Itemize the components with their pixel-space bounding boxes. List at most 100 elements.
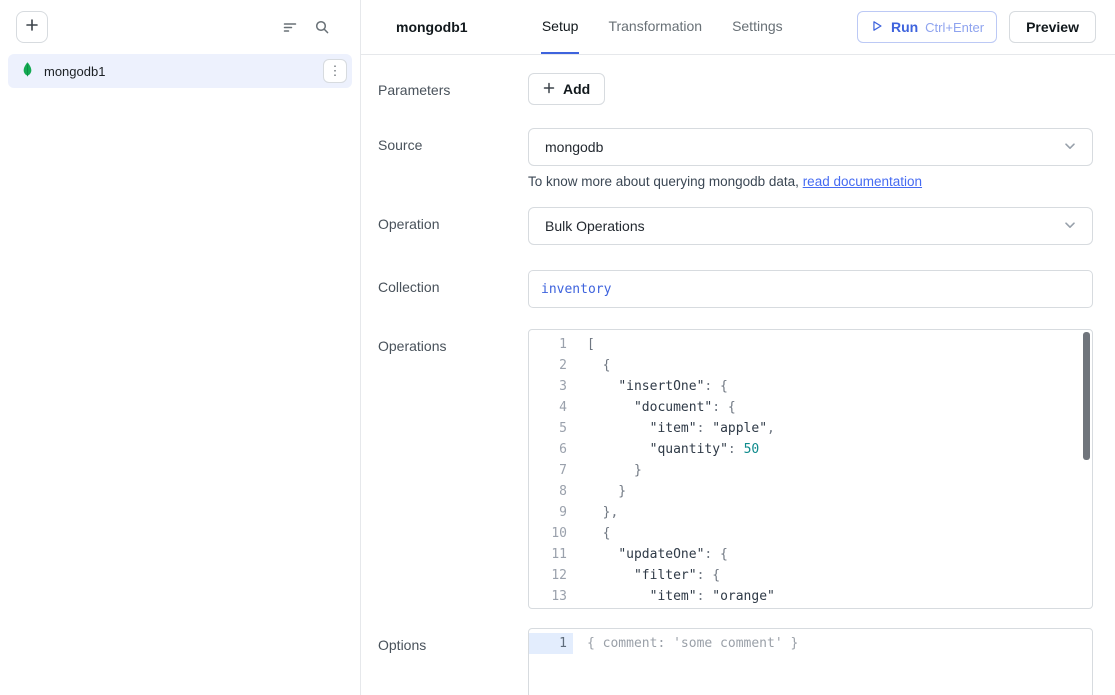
options-label: Options: [378, 628, 528, 653]
line-number: 12: [529, 565, 573, 586]
line-number: 7: [529, 460, 573, 481]
query-detail-panel: mongodb1 Setup Transformation Settings R…: [361, 0, 1115, 695]
preview-button[interactable]: Preview: [1009, 11, 1096, 43]
parameters-row: Parameters Add: [378, 73, 1093, 105]
line-number: 3: [529, 376, 573, 397]
line-number: 13: [529, 586, 573, 607]
operation-select[interactable]: Bulk Operations: [528, 207, 1093, 245]
code-text: },: [573, 502, 618, 523]
code-text: }: [573, 481, 626, 502]
add-parameter-button[interactable]: Add: [528, 73, 605, 105]
kebab-menu-icon[interactable]: ⋮: [323, 59, 347, 83]
options-row: Options 1{ comment: 'some comment' }: [378, 628, 1093, 695]
code-text: [: [573, 334, 595, 355]
source-select[interactable]: mongodb: [528, 128, 1093, 166]
line-number: 9: [529, 502, 573, 523]
parameters-field: Add: [528, 73, 1093, 105]
tab-transformation[interactable]: Transformation: [607, 0, 703, 54]
code-text: {: [573, 355, 610, 376]
collection-input[interactable]: [528, 270, 1093, 308]
query-list-sidebar: mongodb1 ⋮: [0, 0, 361, 695]
add-query-button[interactable]: [16, 11, 48, 43]
code-line: 1[: [529, 334, 1092, 355]
operation-field: Bulk Operations: [528, 207, 1093, 245]
code-text: "insertOne": {: [573, 376, 728, 397]
run-button-label: Run: [891, 19, 918, 35]
code-line: 7 }: [529, 460, 1092, 481]
operations-row: Operations 1[ 2 { 3 "insertOne": { 4 "do…: [378, 329, 1093, 609]
query-list-item-mongodb1[interactable]: mongodb1 ⋮: [8, 54, 352, 88]
query-editor-window: mongodb1 ⋮ mongodb1 Setup Transformation…: [0, 0, 1115, 695]
code-text: "filter": {: [573, 565, 720, 586]
operations-code-editor[interactable]: 1[ 2 { 3 "insertOne": { 4 "document": { …: [528, 329, 1093, 609]
code-text: {: [573, 523, 610, 544]
mongodb-leaf-icon: [20, 61, 35, 82]
sidebar-toolbar-icons: [282, 19, 330, 35]
code-line: 3 "insertOne": {: [529, 376, 1092, 397]
source-helper-prefix: To know more about querying mongodb data…: [528, 174, 803, 189]
query-tabs: Setup Transformation Settings: [541, 0, 784, 54]
chevron-down-icon: [1062, 138, 1078, 157]
line-number: 2: [529, 355, 573, 376]
code-line: 13 "item": "orange": [529, 586, 1092, 607]
collection-field: [528, 270, 1093, 308]
code-line: 5 "item": "apple",: [529, 418, 1092, 439]
source-row: Source mongodb To know more about queryi…: [378, 128, 1093, 189]
source-select-value: mongodb: [545, 139, 1062, 155]
query-header: mongodb1 Setup Transformation Settings R…: [361, 0, 1115, 55]
code-text: "document": {: [573, 397, 736, 418]
line-number: 6: [529, 439, 573, 460]
operation-select-value: Bulk Operations: [545, 218, 1062, 234]
line-number: 1: [529, 334, 573, 355]
line-number: 1: [529, 633, 573, 654]
query-list: mongodb1 ⋮: [0, 47, 360, 95]
query-item-label: mongodb1: [44, 64, 314, 79]
line-number: 4: [529, 397, 573, 418]
code-text: "updateOne": {: [573, 544, 728, 565]
parameters-label: Parameters: [378, 73, 528, 98]
operation-label: Operation: [378, 207, 528, 232]
vertical-scrollbar[interactable]: [1083, 332, 1090, 460]
read-documentation-link[interactable]: read documentation: [803, 174, 922, 189]
code-text: "quantity": 50: [573, 439, 759, 460]
code-line: 9 },: [529, 502, 1092, 523]
search-icon[interactable]: [314, 19, 330, 35]
code-line: 1{ comment: 'some comment' }: [529, 633, 1092, 654]
collection-label: Collection: [378, 270, 528, 295]
query-title: mongodb1: [396, 0, 468, 54]
code-text: { comment: 'some comment' }: [573, 633, 798, 654]
code-line: 12 "filter": {: [529, 565, 1092, 586]
code-line: 6 "quantity": 50: [529, 439, 1092, 460]
code-text: "item": "apple",: [573, 418, 775, 439]
code-line: 11 "updateOne": {: [529, 544, 1092, 565]
code-text: }: [573, 460, 642, 481]
play-icon: [870, 19, 884, 36]
filter-icon[interactable]: [282, 19, 298, 35]
tab-settings[interactable]: Settings: [731, 0, 784, 54]
operation-row: Operation Bulk Operations: [378, 207, 1093, 245]
sidebar-toolbar: [0, 0, 360, 47]
operations-label: Operations: [378, 329, 528, 354]
source-field: mongodb To know more about querying mong…: [528, 128, 1093, 189]
tab-setup[interactable]: Setup: [541, 0, 580, 54]
line-number: 8: [529, 481, 573, 502]
query-setup-form: Parameters Add Source mongodb: [361, 55, 1115, 695]
plus-icon: [25, 18, 39, 35]
operations-field: 1[ 2 { 3 "insertOne": { 4 "document": { …: [528, 329, 1093, 609]
options-code-editor[interactable]: 1{ comment: 'some comment' }: [528, 628, 1093, 695]
header-actions: Run Ctrl+Enter Preview: [857, 0, 1096, 54]
source-helper-text: To know more about querying mongodb data…: [528, 174, 1093, 189]
line-number: 10: [529, 523, 573, 544]
code-line: 2 {: [529, 355, 1092, 376]
code-line: 10 {: [529, 523, 1092, 544]
add-parameter-label: Add: [563, 81, 590, 97]
code-line: 4 "document": {: [529, 397, 1092, 418]
line-number: 5: [529, 418, 573, 439]
run-button[interactable]: Run Ctrl+Enter: [857, 11, 997, 43]
run-button-shortcut: Ctrl+Enter: [925, 20, 984, 35]
chevron-down-icon: [1062, 217, 1078, 236]
collection-row: Collection: [378, 270, 1093, 308]
source-label: Source: [378, 128, 528, 153]
line-number: 11: [529, 544, 573, 565]
options-field: 1{ comment: 'some comment' }: [528, 628, 1093, 695]
